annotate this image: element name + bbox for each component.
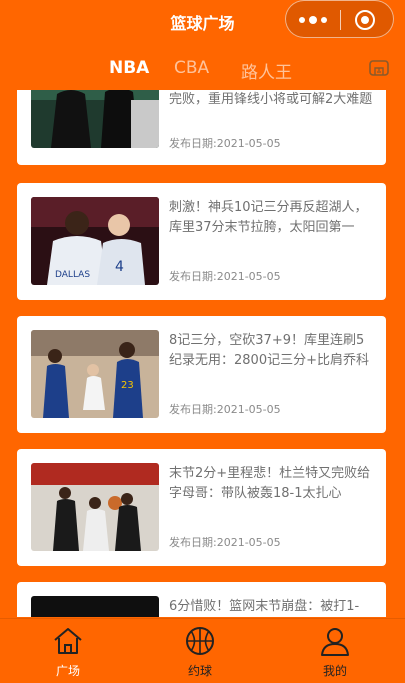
article-date: 发布日期:2021-05-05	[169, 137, 281, 150]
basketball-icon	[186, 627, 214, 655]
article-thumbnail	[31, 463, 159, 551]
user-icon	[321, 628, 349, 656]
article-thumbnail	[31, 90, 159, 148]
svg-text:23: 23	[121, 380, 134, 391]
mini-program-capsule	[285, 0, 394, 38]
capsule-divider	[340, 10, 341, 30]
article-card[interactable]: 6分惜败！篮网末节崩盘：被打1-	[17, 582, 386, 617]
nav-label: 我的	[322, 664, 347, 678]
article-title: 末节2分+里程悲！杜兰特又完败给字母哥：带队被轰18-1太扎心	[169, 466, 371, 501]
article-title: 刺激！神兵10记三分再反超湖人，库里37分末节拉胯，太阳回第一	[169, 200, 368, 235]
svg-text:4: 4	[115, 259, 124, 275]
article-thumbnail: DALLAS 4	[31, 197, 159, 285]
bottom-navigation: 广场 约球 我的	[0, 618, 405, 683]
nav-label: 约球	[187, 664, 212, 678]
article-card[interactable]: 23 8记三分，空砍37+9！库里连刷5纪录无用：2800记三分+比肩乔科 发布…	[17, 316, 386, 433]
league-tabs: NBA CBA 路人王	[0, 44, 405, 90]
court-filter-icon[interactable]	[369, 59, 389, 77]
article-thumbnail	[31, 596, 159, 617]
article-date: 发布日期:2021-05-05	[169, 403, 281, 416]
home-icon	[54, 628, 82, 654]
dot-icon	[299, 17, 305, 23]
nav-profile[interactable]: 我的	[305, 619, 365, 683]
article-feed: 完败，重用锋线小将或可解2大难题 发布日期:2021-05-05 DALLAS …	[0, 90, 405, 617]
more-menu-button[interactable]	[286, 1, 340, 39]
tab-street[interactable]: 路人王	[241, 58, 292, 83]
tab-cba[interactable]: CBA	[174, 58, 209, 78]
nav-label: 广场	[55, 664, 80, 678]
article-date: 发布日期:2021-05-05	[169, 270, 281, 283]
article-title: 8记三分，空砍37+9！库里连刷5纪录无用：2800记三分+比肩乔科	[169, 333, 369, 368]
tab-nba[interactable]: NBA	[109, 58, 149, 78]
svg-text:DALLAS: DALLAS	[55, 270, 90, 280]
nav-plaza[interactable]: 广场	[38, 619, 98, 683]
article-card[interactable]: DALLAS 4 刺激！神兵10记三分再反超湖人，库里37分末节拉胯，太阳回第一…	[17, 183, 386, 300]
article-title: 完败，重用锋线小将或可解2大难题	[169, 92, 373, 107]
close-app-button[interactable]	[355, 10, 375, 30]
article-date: 发布日期:2021-05-05	[169, 536, 281, 549]
dot-icon	[321, 17, 327, 23]
article-thumbnail: 23	[31, 330, 159, 418]
article-card[interactable]: 完败，重用锋线小将或可解2大难题 发布日期:2021-05-05	[17, 90, 386, 165]
top-bar: 篮球广场	[0, 0, 405, 44]
article-card[interactable]: 末节2分+里程悲！杜兰特又完败给字母哥：带队被轰18-1太扎心 发布日期:202…	[17, 449, 386, 566]
nav-find-game[interactable]: 约球	[170, 619, 230, 683]
article-title: 6分惜败！篮网末节崩盘：被打1-	[169, 599, 360, 614]
dot-icon	[309, 16, 317, 24]
